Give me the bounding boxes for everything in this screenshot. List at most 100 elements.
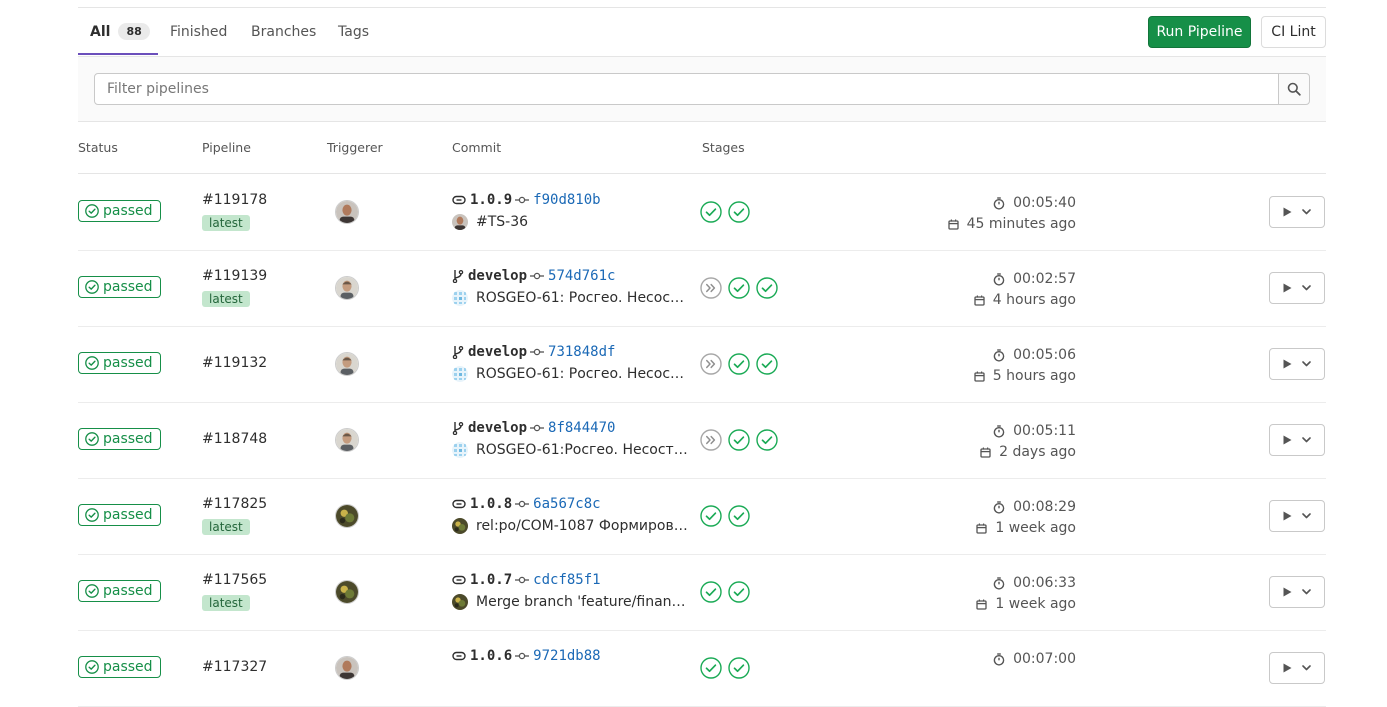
pipeline-id-link[interactable]: #119132	[202, 355, 267, 371]
commit-message-link[interactable]: ROSGEO-61: Росгео. Несостоятельность	[476, 366, 692, 382]
commit-message-link[interactable]: Merge branch 'feature/finance-report'	[476, 594, 692, 610]
tab-all[interactable]: All 88	[90, 8, 150, 55]
commit-author-avatar[interactable]	[452, 442, 468, 458]
status-label: passed	[103, 431, 153, 447]
timer-icon	[993, 501, 1005, 514]
stage-passed-icon[interactable]	[728, 353, 750, 375]
commit-author-avatar[interactable]	[452, 366, 468, 382]
triggerer-avatar[interactable]	[335, 428, 359, 452]
timer-icon	[993, 197, 1005, 210]
commit-author-avatar[interactable]	[452, 290, 468, 306]
run-pipeline-button[interactable]: Run Pipeline	[1148, 16, 1251, 48]
stage-skipped-icon[interactable]	[700, 277, 722, 299]
timer-icon	[993, 425, 1005, 438]
manual-actions-dropdown[interactable]	[1269, 652, 1325, 684]
ref-name-link[interactable]: develop	[468, 268, 527, 284]
stage-passed-icon[interactable]	[728, 201, 750, 223]
triggerer-avatar[interactable]	[335, 276, 359, 300]
tab-finished[interactable]: Finished	[170, 8, 227, 55]
ci-lint-button[interactable]: CI Lint	[1261, 16, 1326, 48]
commit-sha-link[interactable]: 731848df	[548, 344, 615, 360]
triggerer-avatar[interactable]	[335, 580, 359, 604]
pipeline-stages	[700, 429, 778, 451]
pipeline-id-link[interactable]: #117327	[202, 659, 267, 675]
status-badge[interactable]: passed	[78, 352, 161, 374]
ref-name-link[interactable]: develop	[468, 344, 527, 360]
commit-sha-link[interactable]: cdcf85f1	[533, 572, 600, 588]
status-badge[interactable]: passed	[78, 580, 161, 602]
stage-skipped-icon[interactable]	[700, 353, 722, 375]
stage-passed-icon[interactable]	[728, 581, 750, 603]
stage-passed-icon[interactable]	[700, 657, 722, 679]
status-passed-icon	[85, 508, 99, 522]
triggerer-avatar[interactable]	[335, 504, 359, 528]
commit-sha-link[interactable]: 8f844470	[548, 420, 615, 436]
stage-passed-icon[interactable]	[756, 353, 778, 375]
stage-passed-icon[interactable]	[728, 505, 750, 527]
play-icon	[1283, 359, 1292, 369]
pipeline-id-link[interactable]: #118748	[202, 431, 267, 447]
pipeline-stages	[700, 277, 778, 299]
finished-time-text: 45 minutes ago	[966, 216, 1076, 232]
stage-passed-icon[interactable]	[756, 429, 778, 451]
duration-text: 00:07:00	[1013, 651, 1076, 667]
ref-name-link[interactable]: 1.0.6	[470, 648, 512, 664]
status-badge[interactable]: passed	[78, 504, 161, 526]
stage-passed-icon[interactable]	[700, 505, 722, 527]
finished-time-text: 1 week ago	[995, 596, 1076, 612]
commit-icon	[530, 424, 545, 432]
status-badge[interactable]: passed	[78, 656, 161, 678]
commit-author-avatar[interactable]	[452, 594, 468, 610]
commit-sha-link[interactable]: f90d810b	[533, 192, 600, 208]
status-badge[interactable]: passed	[78, 276, 161, 298]
ref-name-link[interactable]: develop	[468, 420, 527, 436]
ref-name-link[interactable]: 1.0.7	[470, 572, 512, 588]
stage-passed-icon[interactable]	[700, 581, 722, 603]
manual-actions-dropdown[interactable]	[1269, 348, 1325, 380]
pipeline-id-link[interactable]: #119139	[202, 268, 267, 284]
commit-sha-link[interactable]: 574d761c	[548, 268, 615, 284]
commit-author-avatar[interactable]	[452, 518, 468, 534]
tab-tags[interactable]: Tags	[338, 8, 369, 55]
stage-skipped-icon[interactable]	[700, 429, 722, 451]
triggerer-avatar[interactable]	[335, 352, 359, 376]
commit-sha-link[interactable]: 6a567c8c	[533, 496, 600, 512]
filter-pipelines-input[interactable]	[94, 73, 1279, 105]
triggerer-avatar[interactable]	[335, 656, 359, 680]
manual-actions-dropdown[interactable]	[1269, 500, 1325, 532]
manual-actions-dropdown[interactable]	[1269, 424, 1325, 456]
pipeline-id-link[interactable]: #117825	[202, 496, 267, 512]
stage-passed-icon[interactable]	[728, 277, 750, 299]
pipeline-stages	[700, 201, 750, 223]
status-passed-icon	[85, 280, 99, 294]
status-badge[interactable]: passed	[78, 200, 161, 222]
column-header-commit: Commit	[452, 140, 502, 155]
play-icon	[1283, 663, 1292, 673]
pipeline-id-link[interactable]: #119178	[202, 192, 267, 208]
commit-message-link[interactable]: ROSGEO-61:Росгео. Несостоятельность	[476, 442, 692, 458]
play-icon	[1283, 207, 1292, 217]
commit-message-link[interactable]: ROSGEO-61: Росгео. Несостоятельность	[476, 290, 692, 306]
commit-author-avatar[interactable]	[452, 214, 468, 230]
stage-passed-icon[interactable]	[700, 201, 722, 223]
pipeline-row: passed #119139 latest develop 574d761c ROSGEO…	[78, 250, 1326, 327]
pipeline-id-link[interactable]: #117565	[202, 572, 267, 588]
commit-message-link[interactable]: rel:po/COM-1087 Формирование	[476, 518, 692, 534]
play-icon	[1283, 283, 1292, 293]
manual-actions-dropdown[interactable]	[1269, 272, 1325, 304]
status-label: passed	[103, 659, 153, 675]
triggerer-avatar[interactable]	[335, 200, 359, 224]
stage-passed-icon[interactable]	[728, 657, 750, 679]
ref-name-link[interactable]: 1.0.9	[470, 192, 512, 208]
tab-branches[interactable]: Branches	[251, 8, 316, 55]
status-badge[interactable]: passed	[78, 428, 161, 450]
status-passed-icon	[85, 204, 99, 218]
ref-name-link[interactable]: 1.0.8	[470, 496, 512, 512]
stage-passed-icon[interactable]	[728, 429, 750, 451]
commit-message-link[interactable]: #TS-36	[476, 214, 528, 230]
commit-sha-link[interactable]: 9721db88	[533, 648, 600, 664]
stage-passed-icon[interactable]	[756, 277, 778, 299]
search-button[interactable]	[1278, 73, 1310, 105]
manual-actions-dropdown[interactable]	[1269, 196, 1325, 228]
manual-actions-dropdown[interactable]	[1269, 576, 1325, 608]
